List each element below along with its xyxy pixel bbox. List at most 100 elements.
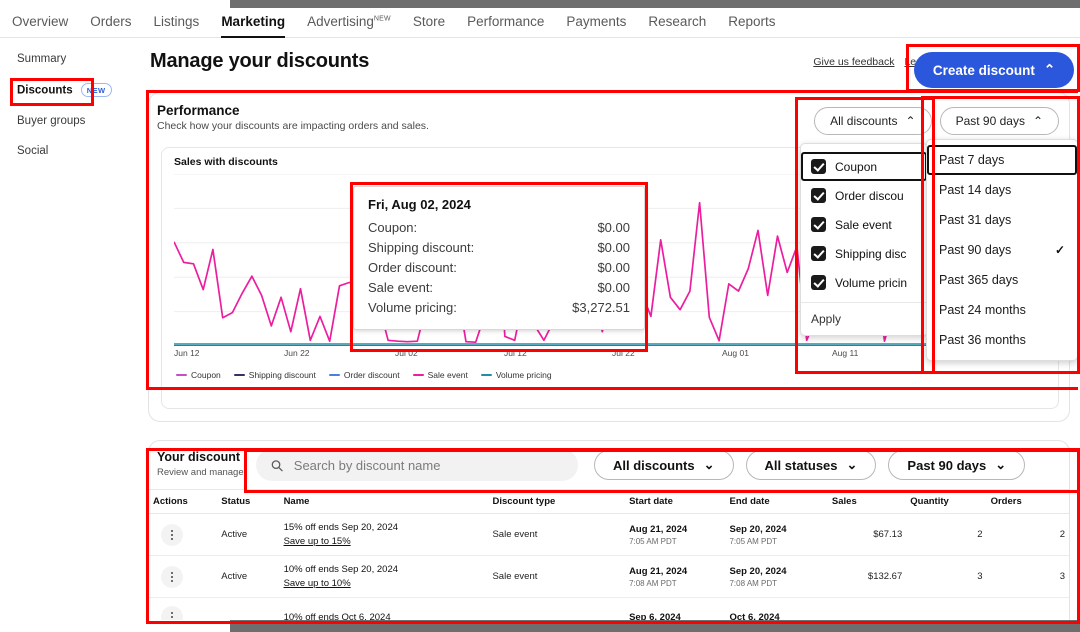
date-option-label: Past 90 days <box>939 243 1012 257</box>
date-range-dropdown[interactable]: Past 7 days Past 14 days Past 31 days Pa… <box>926 139 1078 361</box>
page-title: Manage your discounts <box>150 50 370 72</box>
tooltip-row: Volume pricing: $3,272.51 <box>368 297 630 317</box>
checkbox-checked-icon[interactable] <box>811 217 826 232</box>
chevron-down-icon: ⌄ <box>846 457 858 472</box>
table-header-row: Actions Status Name Discount type Start … <box>149 489 1069 514</box>
sidebar-item-discounts[interactable]: Discounts NEW <box>0 74 148 106</box>
table-row[interactable]: Active 10% off ends Sep 20, 2024 Save up… <box>149 555 1069 598</box>
row-sales: $132.67 <box>827 555 907 598</box>
nav-item-payments[interactable]: Payments <box>566 14 626 31</box>
nav-item-orders[interactable]: Orders <box>90 14 131 31</box>
nav-label: Orders <box>90 14 132 29</box>
row-quantity: 3 <box>906 555 987 598</box>
discount-type-filter[interactable]: All discounts ⌃ <box>814 107 932 135</box>
chevron-up-icon: ⌃ <box>905 114 916 128</box>
row-name-sublink[interactable]: Save up to 15% <box>284 536 485 547</box>
discounts-list-header: Your discount Review and manage All disc… <box>149 441 1069 489</box>
column-actions: Actions <box>149 489 218 514</box>
sidebar-item-buyer-groups[interactable]: Buyer groups <box>0 106 148 136</box>
sidebar-item-label: Discounts <box>17 84 73 97</box>
row-actions-menu-icon[interactable] <box>161 523 183 546</box>
date-option-past-365-days[interactable]: Past 365 days <box>927 265 1077 295</box>
table-row[interactable]: 10% off ends Oct 6, 2024 Sep 6, 2024 Oct… <box>149 597 1069 621</box>
row-actions-menu-icon[interactable] <box>161 565 183 588</box>
row-orders <box>986 597 1069 621</box>
apply-button[interactable]: Apply <box>801 303 927 331</box>
legend-label: Shipping discount <box>248 370 316 380</box>
filter-label: Past 90 days <box>907 457 987 473</box>
checkbox-option-sale-event[interactable]: Sale event <box>801 210 927 239</box>
legend-swatch <box>412 373 424 377</box>
checkbox-option-coupon[interactable]: Coupon <box>801 152 927 181</box>
checkbox-label: Volume pricin <box>835 275 908 290</box>
date-option-past-24-months[interactable]: Past 24 months <box>927 295 1077 325</box>
tooltip-row: Coupon: $0.00 <box>368 217 630 237</box>
tooltip-value: $3,272.51 <box>572 299 630 315</box>
row-name: 15% off ends Sep 20, 2024 <box>283 522 399 533</box>
nav-item-reports[interactable]: Reports <box>728 14 775 31</box>
sidebar-item-summary[interactable]: Summary <box>0 44 148 74</box>
nav-label: Research <box>648 14 707 29</box>
checkbox-option-order-discount[interactable]: Order discou <box>801 181 927 210</box>
nav-item-performance[interactable]: Performance <box>467 14 544 31</box>
nav-label: Overview <box>12 14 69 29</box>
nav-item-overview[interactable]: Overview <box>12 14 68 31</box>
browser-chrome-bottom-left <box>0 620 230 632</box>
nav-item-advertising[interactable]: AdvertisingNEW <box>307 14 391 31</box>
list-filter-date-range[interactable]: Past 90 days ⌄ <box>888 450 1026 480</box>
nav-item-store[interactable]: Store <box>413 14 445 31</box>
sidebar-item-social[interactable]: Social <box>0 136 148 166</box>
checkbox-option-shipping-discount[interactable]: Shipping disc <box>801 239 927 268</box>
nav-item-marketing[interactable]: Marketing <box>221 14 285 38</box>
list-filter-all-statuses[interactable]: All statuses ⌄ <box>745 450 877 480</box>
give-feedback-link[interactable]: Give us feedback <box>813 56 894 68</box>
date-option-past-36-months[interactable]: Past 36 months <box>927 325 1077 355</box>
row-quantity: 2 <box>906 513 987 556</box>
date-option-label: Past 14 days <box>939 183 1012 197</box>
checkbox-checked-icon[interactable] <box>811 159 826 174</box>
checkbox-option-volume-pricing[interactable]: Volume pricin <box>801 268 927 297</box>
tooltip-value: $0.00 <box>597 259 630 275</box>
table-row[interactable]: Active 15% off ends Sep 20, 2024 Save up… <box>149 513 1069 556</box>
legend-item-shipping-discount: Shipping discount <box>233 370 316 380</box>
search-input[interactable] <box>293 457 564 473</box>
row-name-cell: 10% off ends Sep 20, 2024 Save up to 10% <box>279 555 489 598</box>
date-option-label: Past 7 days <box>939 153 1005 167</box>
search-box[interactable] <box>256 449 578 481</box>
nav-item-listings[interactable]: Listings <box>154 14 200 31</box>
nav-label: Performance <box>467 14 545 29</box>
checkbox-checked-icon[interactable] <box>811 246 826 261</box>
date-range-filter[interactable]: Past 90 days ⌃ <box>939 107 1059 135</box>
row-start-time: 7:05 AM PDT <box>629 536 677 546</box>
top-navigation: Overview Orders Listings Marketing Adver… <box>0 8 1080 38</box>
row-end-time: 7:08 AM PDT <box>729 578 778 588</box>
date-option-past-7-days[interactable]: Past 7 days <box>927 145 1077 175</box>
x-tick: Jul 12 <box>504 348 527 358</box>
row-end-date: Sep 20, 2024 <box>729 523 787 535</box>
discount-type-dropdown[interactable]: Coupon Order discou Sale event Shipping … <box>800 143 928 336</box>
row-start-time: 7:08 AM PDT <box>629 578 677 588</box>
create-discount-button[interactable]: Create discount ⌃ <box>914 52 1074 88</box>
browser-chrome-top <box>230 0 1080 8</box>
chevron-up-icon: ⌃ <box>1032 114 1043 128</box>
nav-item-research[interactable]: Research <box>648 14 706 31</box>
row-name-sublink[interactable]: Save up to 10% <box>284 578 485 589</box>
row-actions-cell <box>149 513 218 556</box>
filter-label: All discounts <box>613 457 695 473</box>
nav-label: Store <box>412 14 446 29</box>
legend-label: Sale event <box>427 370 468 380</box>
date-option-past-31-days[interactable]: Past 31 days <box>927 205 1077 235</box>
x-tick: Jun 22 <box>284 348 310 358</box>
checkbox-checked-icon[interactable] <box>811 275 826 290</box>
row-start-date-cell: Sep 6, 2024 <box>625 597 726 621</box>
date-option-past-14-days[interactable]: Past 14 days <box>927 175 1077 205</box>
screenshot-root: Overview Orders Listings Marketing Adver… <box>0 0 1080 632</box>
legend-item-volume-pricing: Volume pricing <box>480 370 552 380</box>
column-status: Status <box>217 489 280 514</box>
column-name: Name <box>279 489 489 514</box>
list-filter-all-discounts[interactable]: All discounts ⌄ <box>594 450 734 480</box>
nav-label: Listings <box>153 14 200 29</box>
checkbox-checked-icon[interactable] <box>811 188 826 203</box>
nav-label: Advertising <box>307 14 374 29</box>
date-option-past-90-days[interactable]: Past 90 days ✓ <box>927 235 1077 265</box>
